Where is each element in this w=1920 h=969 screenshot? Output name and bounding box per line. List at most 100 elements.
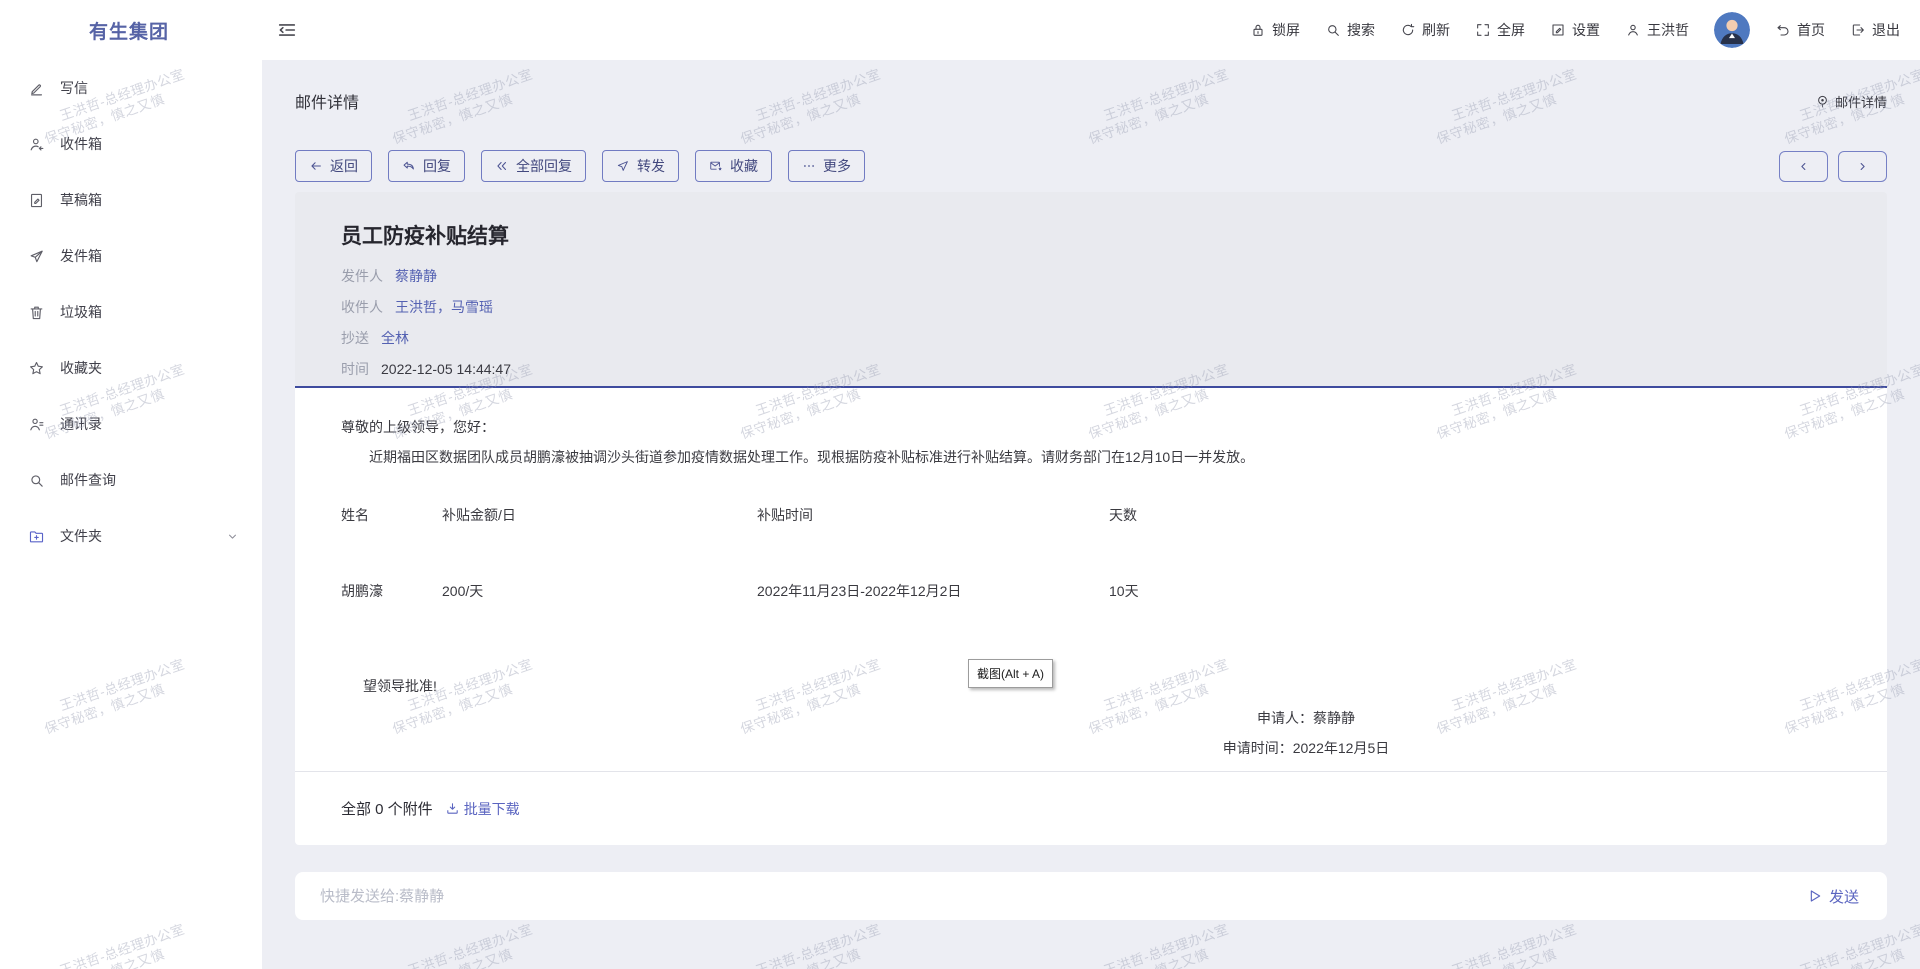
sidebar-item-drafts[interactable]: 草稿箱 (0, 172, 262, 228)
sidebar-item-inbox[interactable]: 收件箱 (0, 116, 262, 172)
more-label: 更多 (823, 156, 851, 176)
forward-send-icon (616, 159, 630, 173)
sidebar-item-mail-search[interactable]: 邮件查询 (0, 452, 262, 508)
menu-fold-icon[interactable] (276, 19, 298, 41)
sidebar-item-contacts[interactable]: 通讯录 (0, 396, 262, 452)
sidebar-item-label: 通讯录 (60, 414, 102, 434)
reply-button[interactable]: 回复 (388, 150, 465, 182)
mail-subject: 员工防疫补贴结算 (341, 225, 1841, 249)
sidebar-item-label: 发件箱 (60, 246, 102, 266)
quick-send-bar: 发送 (295, 872, 1887, 920)
fullscreen-button[interactable]: 全屏 (1475, 20, 1525, 40)
reply-all-label: 全部回复 (516, 156, 572, 176)
time-label: 时间 (341, 361, 369, 377)
main-content: 邮件详情 邮件详情 返回 (262, 60, 1920, 969)
settings-button[interactable]: 设置 (1550, 20, 1600, 40)
applicant-name: 申请人：蔡静静 (1106, 710, 1506, 727)
mail-time-row: 时间 2022-12-05 14:44:47 (341, 354, 1841, 385)
reply-all-button[interactable]: 全部回复 (481, 150, 586, 182)
chevron-down-icon[interactable] (226, 530, 239, 543)
applicant-block: 申请人：蔡静静 申请时间：2022年12月5日 (1106, 710, 1506, 770)
from-label: 发件人 (341, 268, 383, 284)
batch-download-button[interactable]: 批量下载 (445, 799, 520, 819)
settings-label: 设置 (1572, 20, 1600, 40)
chevron-right-icon (1856, 160, 1869, 173)
table-header: 姓名 (341, 507, 442, 524)
subsidy-table: 姓名 补贴金额/日 补贴时间 天数 胡鹏濠 200/天 2022年11月23日-… (341, 507, 1841, 600)
search-button[interactable]: 搜索 (1325, 20, 1375, 40)
breadcrumb-label: 邮件详情 (1835, 92, 1887, 111)
refresh-button[interactable]: 刷新 (1400, 20, 1450, 40)
sidebar-item-label: 垃圾箱 (60, 302, 102, 322)
more-button[interactable]: 更多 (788, 150, 865, 182)
favorite-label: 收藏 (730, 156, 758, 176)
sidebar-item-sent[interactable]: 发件箱 (0, 228, 262, 284)
user-menu[interactable]: 王洪哲 (1625, 20, 1689, 40)
app-window: 有生集团 锁屏 搜索 (0, 0, 1920, 969)
attachments-bar: 全部 0 个附件 批量下载 (295, 771, 1887, 845)
cc-value[interactable]: 全林 (381, 330, 409, 346)
fullscreen-label: 全屏 (1497, 20, 1525, 40)
apply-date: 申请时间：2022年12月5日 (1106, 740, 1506, 757)
back-label: 返回 (330, 156, 358, 176)
sidebar-item-label: 收藏夹 (60, 358, 102, 378)
sidebar-item-label: 写信 (60, 78, 88, 98)
compose-icon (28, 80, 45, 97)
logout-button[interactable]: 退出 (1850, 20, 1900, 40)
toolbar-buttons: 返回 回复 全部回复 (295, 150, 865, 182)
reply-label: 回复 (423, 156, 451, 176)
send-button[interactable]: 发送 (1807, 886, 1887, 907)
table-header: 补贴金额/日 (442, 507, 757, 524)
chevron-left-icon (1797, 160, 1810, 173)
favorite-button[interactable]: 收藏 (695, 150, 772, 182)
table-cell: 2022年11月23日-2022年12月2日 (757, 583, 1109, 600)
mail-closing: 望领导批准! (363, 676, 437, 696)
sidebar-item-trash[interactable]: 垃圾箱 (0, 284, 262, 340)
inbox-icon (28, 136, 45, 153)
star-icon (28, 360, 45, 377)
sidebar-item-favorites[interactable]: 收藏夹 (0, 340, 262, 396)
attachments-summary: 全部 0 个附件 (341, 798, 433, 819)
user-avatar[interactable] (1714, 12, 1750, 48)
mail-greeting: 尊敬的上级领导，您好： (341, 417, 495, 437)
home-label: 首页 (1797, 20, 1825, 40)
mail-cc-row: 抄送全林 (341, 323, 1841, 354)
mail-paragraph: 近期福田区数据团队成员胡鹏濠被抽调沙头街道参加疫情数据处理工作。现根据防疫补贴标… (341, 447, 1841, 467)
time-value: 2022-12-05 14:44:47 (381, 361, 511, 377)
back-button[interactable]: 返回 (295, 150, 372, 182)
sidebar-item-compose[interactable]: 写信 (0, 60, 262, 116)
lock-icon (1250, 22, 1266, 38)
user-icon (1625, 22, 1641, 38)
from-value[interactable]: 蔡静静 (395, 268, 437, 284)
to-value[interactable]: 王洪哲，马雪瑶 (395, 299, 493, 315)
refresh-label: 刷新 (1422, 20, 1450, 40)
prev-mail-button[interactable] (1779, 151, 1828, 182)
mail-star-icon (709, 159, 723, 173)
table-header: 天数 (1109, 507, 1841, 524)
sidebar-item-label: 邮件查询 (60, 470, 116, 490)
brand-logo: 有生集团 (89, 0, 169, 60)
mail-toolbar: 返回 回复 全部回复 (295, 150, 1887, 182)
contacts-icon (28, 416, 45, 433)
lock-screen-button[interactable]: 锁屏 (1250, 20, 1300, 40)
drafts-icon (28, 192, 45, 209)
send-triangle-icon (1807, 888, 1823, 904)
page-header-row: 邮件详情 邮件详情 (295, 88, 1887, 114)
home-undo-icon (1775, 22, 1791, 38)
next-mail-button[interactable] (1838, 151, 1887, 182)
home-button[interactable]: 首页 (1775, 20, 1825, 40)
sidebar-item-label: 收件箱 (60, 134, 102, 154)
trash-icon (28, 304, 45, 321)
search-label: 搜索 (1347, 20, 1375, 40)
user-name: 王洪哲 (1647, 20, 1689, 40)
quick-send-input[interactable] (295, 888, 1807, 905)
batch-download-label: 批量下载 (464, 799, 520, 819)
sidebar-item-folders[interactable]: 文件夹 (0, 508, 262, 564)
lock-screen-label: 锁屏 (1272, 20, 1300, 40)
forward-button[interactable]: 转发 (602, 150, 679, 182)
mail-from-row: 发件人蔡静静 (341, 261, 1841, 292)
breadcrumb: 邮件详情 (1815, 92, 1887, 111)
sidebar: 写信 收件箱 草稿箱 发件箱 (0, 60, 262, 969)
ellipsis-icon (802, 159, 816, 173)
logout-icon (1850, 22, 1866, 38)
